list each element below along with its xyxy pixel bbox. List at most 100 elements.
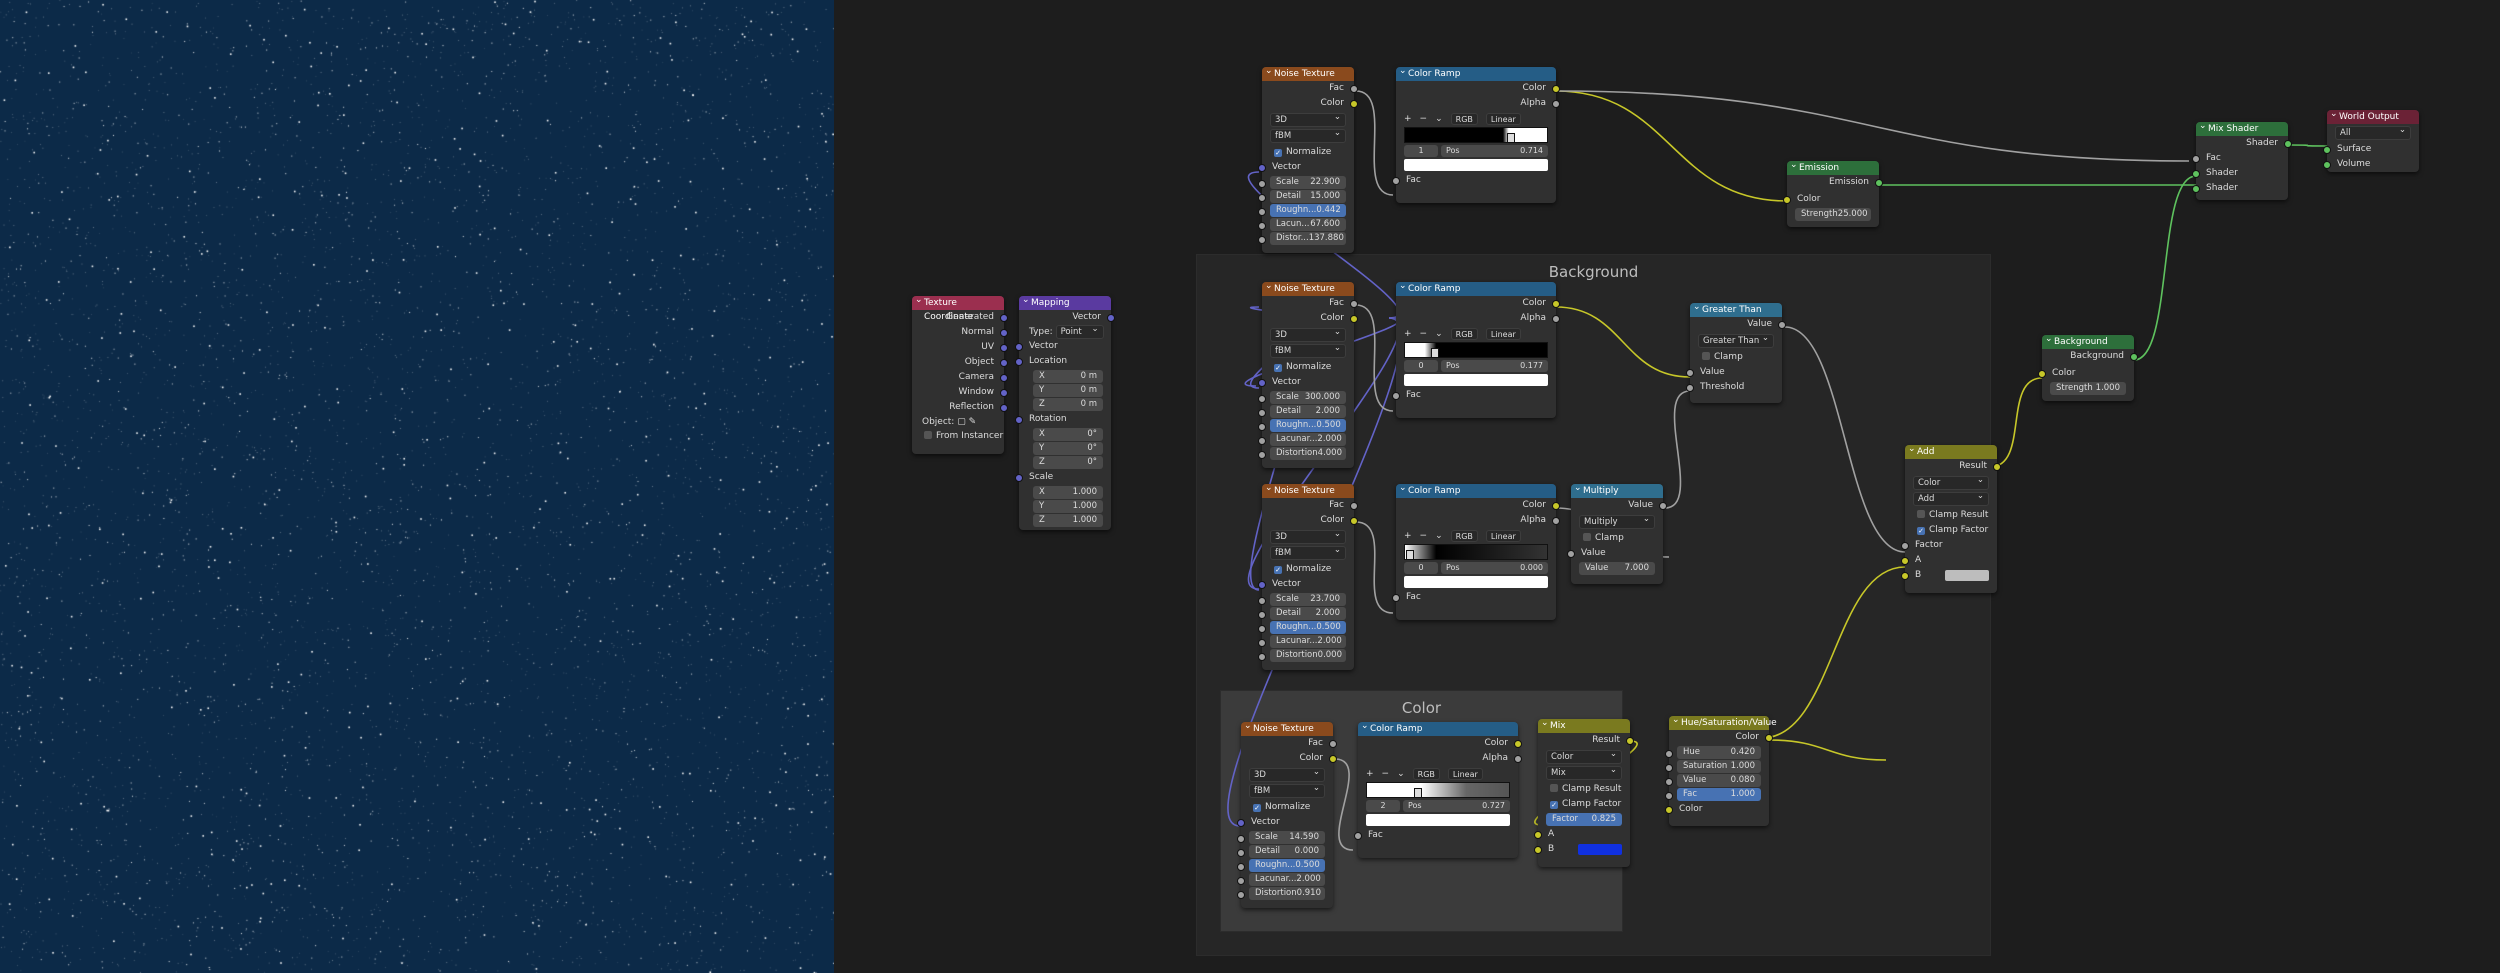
detail-field[interactable]: Detail 15.000 bbox=[1258, 190, 1346, 203]
color-ramp-node-2[interactable]: Color Ramp Color Alpha + − ⌄ RGB Linear … bbox=[1392, 279, 1560, 418]
input-factor[interactable]: Factor bbox=[1901, 538, 1997, 553]
socket[interactable] bbox=[1258, 423, 1266, 431]
active-stop-index[interactable]: 0 bbox=[1404, 562, 1438, 574]
output-color[interactable]: Color bbox=[1262, 96, 1358, 111]
data-type-dropdown[interactable]: Color bbox=[1913, 474, 1989, 490]
scale-field[interactable]: Scale 22.900 bbox=[1258, 176, 1346, 189]
socket[interactable] bbox=[1258, 222, 1266, 230]
socket[interactable] bbox=[1258, 208, 1266, 216]
socket[interactable] bbox=[1000, 314, 1008, 322]
socket[interactable] bbox=[1258, 236, 1266, 244]
socket[interactable] bbox=[1567, 550, 1575, 558]
socket[interactable] bbox=[1258, 611, 1266, 619]
mapping-type-dropdown[interactable]: Point bbox=[1055, 323, 1104, 339]
active-stop-index[interactable]: 2 bbox=[1366, 800, 1400, 812]
active-stop-index[interactable]: 1 bbox=[1404, 145, 1438, 157]
remove-stop-button[interactable]: − bbox=[1382, 768, 1390, 780]
checkbox-box[interactable] bbox=[1583, 533, 1591, 541]
socket[interactable] bbox=[1237, 819, 1245, 827]
checkbox-box[interactable]: ✓ bbox=[1274, 566, 1282, 574]
ramp-gradient[interactable] bbox=[1404, 342, 1548, 358]
input-b[interactable]: B bbox=[1901, 568, 1997, 583]
input-shader-2[interactable]: Shader bbox=[2192, 181, 2288, 196]
object-field[interactable]: Object: ▢ ✎ bbox=[912, 415, 1004, 429]
socket[interactable] bbox=[1686, 369, 1694, 377]
noise-type-dropdown[interactable]: fBM bbox=[1270, 127, 1346, 143]
output-uv[interactable]: UV bbox=[912, 340, 1008, 355]
socket[interactable] bbox=[1015, 474, 1023, 482]
input-b[interactable]: B bbox=[1534, 842, 1630, 857]
detail-field[interactable]: Detail 2.000 bbox=[1258, 405, 1346, 418]
output-camera[interactable]: Camera bbox=[912, 370, 1008, 385]
input-fac[interactable]: Fac bbox=[1392, 173, 1556, 188]
color-ramp-node-4[interactable]: Color Ramp Color Alpha + − ⌄ RGB Linear … bbox=[1354, 719, 1522, 858]
socket[interactable] bbox=[1258, 395, 1266, 403]
node-header[interactable]: Color Ramp bbox=[1396, 481, 1556, 498]
ramp-stop-handle[interactable] bbox=[1507, 133, 1516, 143]
ramp-gradient[interactable] bbox=[1404, 544, 1548, 560]
socket[interactable] bbox=[1392, 594, 1400, 602]
socket[interactable] bbox=[1552, 517, 1560, 525]
socket[interactable] bbox=[1350, 300, 1358, 308]
socket[interactable] bbox=[1514, 755, 1522, 763]
socket[interactable] bbox=[1000, 344, 1008, 352]
input-color[interactable]: Color bbox=[2038, 366, 2134, 381]
socket[interactable] bbox=[1258, 625, 1266, 633]
socket[interactable] bbox=[1000, 374, 1008, 382]
interpolation-dropdown[interactable]: Linear bbox=[1447, 768, 1483, 780]
location-y-field[interactable]: Y 0 m bbox=[1033, 384, 1103, 397]
clamp-factor-checkbox[interactable]: ✓ Clamp Factor bbox=[1905, 523, 1997, 538]
output-color[interactable]: Color bbox=[1358, 736, 1522, 751]
socket[interactable] bbox=[1258, 437, 1266, 445]
ramp-gradient[interactable] bbox=[1404, 127, 1548, 143]
node-header[interactable]: Hue/Saturation/Value bbox=[1669, 713, 1777, 730]
socket[interactable] bbox=[1626, 737, 1634, 745]
output-value[interactable]: Value bbox=[1571, 498, 1667, 513]
stop-position-field[interactable]: Pos 0.727 bbox=[1403, 800, 1510, 812]
roughness-field[interactable]: Roughn... 0.500 bbox=[1237, 859, 1325, 872]
interpolation-dropdown[interactable]: Linear bbox=[1485, 530, 1521, 542]
noise-texture-node-4[interactable]: Noise Texture Fac Color 3D fBM ✓ Normaliz… bbox=[1237, 719, 1337, 908]
scale-field[interactable]: Scale 300.000 bbox=[1258, 391, 1346, 404]
node-header[interactable]: Multiply bbox=[1571, 481, 1663, 498]
checkbox-box[interactable]: ✓ bbox=[1274, 149, 1282, 157]
socket[interactable] bbox=[1901, 572, 1909, 580]
socket[interactable] bbox=[2192, 170, 2200, 178]
roughness-field[interactable]: Roughn... 0.500 bbox=[1258, 621, 1346, 634]
node-header[interactable]: Noise Texture bbox=[1262, 64, 1354, 81]
hue-field[interactable]: Hue 0.420 bbox=[1665, 746, 1761, 759]
socket[interactable] bbox=[1392, 392, 1400, 400]
stop-color-swatch[interactable] bbox=[1404, 374, 1548, 386]
socket[interactable] bbox=[1686, 384, 1694, 392]
output-alpha[interactable]: Alpha bbox=[1396, 513, 1560, 528]
input-vector[interactable]: Vector bbox=[1015, 339, 1111, 354]
mix-node[interactable]: Mix Result Color Mix Clamp Result ✓ Clamp… bbox=[1534, 716, 1634, 867]
blend-mode-dropdown[interactable]: Mix bbox=[1546, 764, 1622, 780]
socket[interactable] bbox=[2038, 370, 2046, 378]
ramp-gradient[interactable] bbox=[1366, 782, 1510, 798]
input-fac[interactable]: Fac bbox=[2192, 151, 2288, 166]
location-z-field[interactable]: Z 0 m bbox=[1033, 398, 1103, 411]
output-result[interactable]: Result bbox=[1538, 733, 1634, 748]
input-threshold[interactable]: Threshold bbox=[1686, 380, 1782, 395]
color-ramp-node-3[interactable]: Color Ramp Color Alpha + − ⌄ RGB Linear … bbox=[1392, 481, 1560, 620]
socket[interactable] bbox=[1665, 806, 1673, 814]
socket[interactable] bbox=[1350, 100, 1358, 108]
distortion-field[interactable]: Distortion 0.000 bbox=[1258, 649, 1346, 662]
socket[interactable] bbox=[1015, 343, 1023, 351]
socket[interactable] bbox=[1901, 542, 1909, 550]
fac-field[interactable]: Fac 1.000 bbox=[1665, 788, 1761, 801]
input-vector[interactable]: Vector bbox=[1237, 815, 1333, 830]
checkbox-box[interactable]: ✓ bbox=[1274, 364, 1282, 372]
socket[interactable] bbox=[1552, 315, 1560, 323]
input-volume[interactable]: Volume bbox=[2323, 157, 2419, 172]
output-reflection[interactable]: Reflection bbox=[912, 400, 1008, 415]
stop-color-swatch[interactable] bbox=[1404, 159, 1548, 171]
noise-type-dropdown[interactable]: fBM bbox=[1270, 342, 1346, 358]
from-instancer-checkbox[interactable]: From Instancer bbox=[912, 429, 1004, 444]
input-fac[interactable]: Fac bbox=[1392, 590, 1556, 605]
detail-field[interactable]: Detail 2.000 bbox=[1258, 607, 1346, 620]
socket[interactable] bbox=[1258, 379, 1266, 387]
noise-texture-node-2[interactable]: Noise Texture Fac Color 3D fBM ✓ Normaliz… bbox=[1258, 279, 1358, 468]
socket[interactable] bbox=[1765, 734, 1773, 742]
